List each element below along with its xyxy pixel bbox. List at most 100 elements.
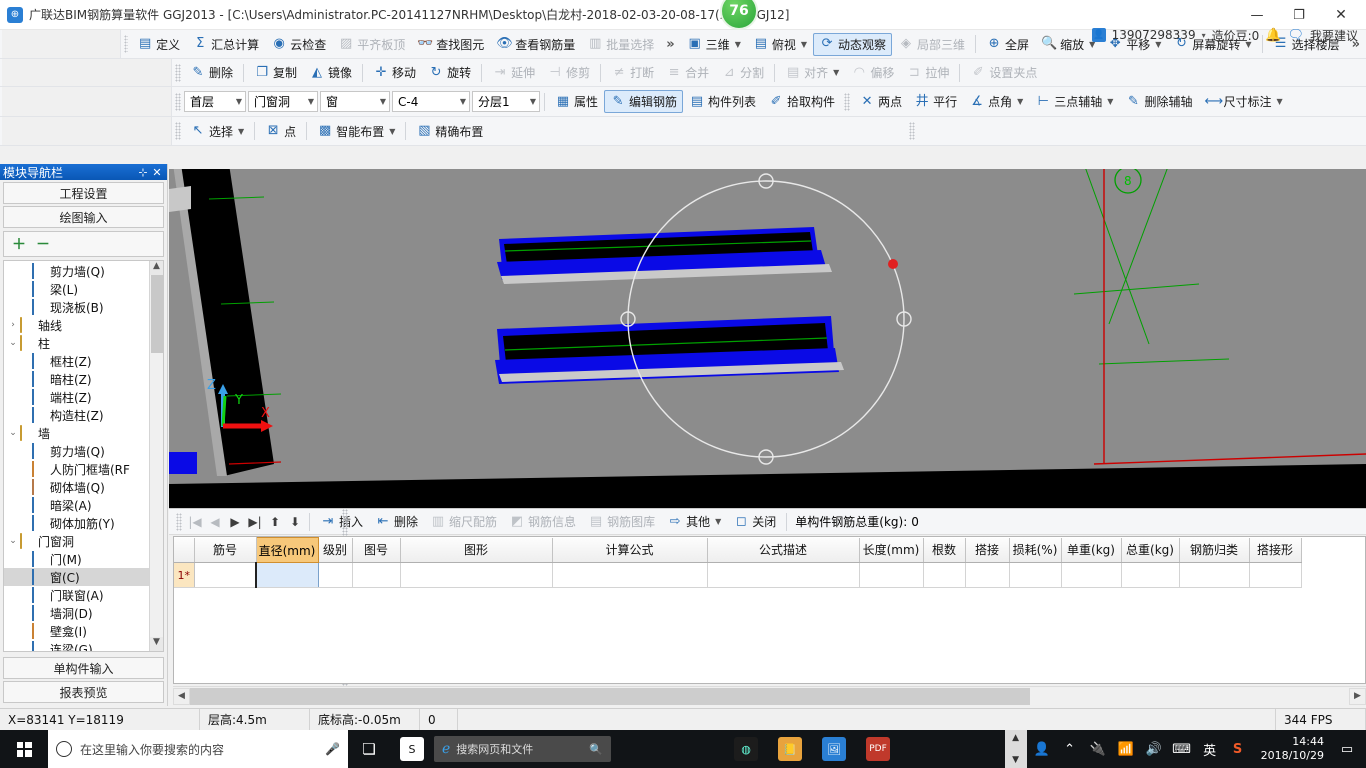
column-header-10[interactable]: 搭接 xyxy=(965,537,1010,563)
chevron-down-icon[interactable]: ▼ xyxy=(833,68,839,77)
toolbar-grip[interactable] xyxy=(123,35,129,53)
taskbar-clock[interactable]: 14:44 2018/10/29 xyxy=(1253,735,1332,763)
axis-button-4[interactable]: ✎ 删除辅轴 xyxy=(1119,90,1198,113)
tree-twisty-icon[interactable]: ⌄ xyxy=(6,428,20,438)
bell-icon[interactable]: 🔔 xyxy=(1265,28,1281,43)
panel-close-icon[interactable]: ✕ xyxy=(150,166,164,179)
column-header-14[interactable]: 钢筋归类 xyxy=(1179,537,1250,563)
chevron-down-icon[interactable]: ▾ xyxy=(1202,31,1206,40)
edit-button-0[interactable]: ✎ 删除 xyxy=(184,61,239,84)
column-header-1[interactable]: 筋号 xyxy=(194,537,257,563)
tree-item-0[interactable]: 剪力墙(Q) xyxy=(4,262,149,280)
draw-button-1[interactable]: ⊠ 点 xyxy=(259,120,302,143)
chevron-down-icon[interactable]: ▼ xyxy=(1017,97,1023,106)
column-header-2[interactable]: 直径(mm) xyxy=(255,537,319,563)
chevron-down-icon[interactable]: ▼ xyxy=(1276,97,1282,106)
rebar-tool-1[interactable]: ⇤ 删除 xyxy=(369,511,424,532)
chevron-down-icon[interactable]: ▼ xyxy=(380,97,386,106)
start-button[interactable] xyxy=(0,730,48,768)
tree-item-7[interactable]: 端柱(Z) xyxy=(4,388,149,406)
axis-grip[interactable] xyxy=(844,92,851,111)
tree-item-5[interactable]: 框柱(Z) xyxy=(4,352,149,370)
cell-0-14[interactable] xyxy=(1249,562,1302,588)
chevron-down-icon[interactable]: ▼ xyxy=(1107,97,1113,106)
tree-item-17[interactable]: 窗(C) xyxy=(4,568,149,586)
toolbar-button-2[interactable]: ◉ 云检查 xyxy=(265,33,332,56)
taskbar-edge-search[interactable]: ℯ 搜索网页和文件 🔍 xyxy=(434,730,724,768)
rebar-nav-3[interactable]: ▶| xyxy=(245,515,265,529)
tree-item-20[interactable]: 壁龛(I) xyxy=(4,622,149,640)
task-view-icon[interactable]: ❏ xyxy=(348,730,390,768)
rebar-nav-2[interactable]: ▶ xyxy=(225,515,245,529)
tree-item-14[interactable]: 砌体加筋(Y) xyxy=(4,514,149,532)
tree-item-2[interactable]: 现浇板(B) xyxy=(4,298,149,316)
tree-item-11[interactable]: 人防门框墙(RF xyxy=(4,460,149,478)
select-element-name[interactable]: C-4 ▼ xyxy=(392,91,470,112)
column-header-9[interactable]: 根数 xyxy=(923,537,966,563)
column-header-4[interactable]: 图号 xyxy=(352,537,401,563)
view-button-0[interactable]: ▣ 三维 ▼ xyxy=(681,33,747,56)
draw-button-3[interactable]: ▧ 精确布置 xyxy=(410,120,489,143)
tree-item-13[interactable]: 暗梁(A) xyxy=(4,496,149,514)
account-id[interactable]: 13907298339 xyxy=(1112,28,1196,42)
rebar-tool-6[interactable]: ◻ 关闭 xyxy=(727,511,782,532)
tree-item-19[interactable]: 墙洞(D) xyxy=(4,604,149,622)
tree-item-16[interactable]: 门(M) xyxy=(4,550,149,568)
toolbar-overflow-button[interactable]: » xyxy=(660,37,680,52)
cell-0-10[interactable] xyxy=(1009,562,1062,588)
chevron-down-icon[interactable]: ▼ xyxy=(238,127,244,136)
toolbar-button-4[interactable]: 👓 查找图元 xyxy=(411,33,490,56)
tree-item-10[interactable]: 剪力墙(Q) xyxy=(4,442,149,460)
chevron-down-icon[interactable]: ▼ xyxy=(236,97,242,106)
sidebar-button-single-component-input[interactable]: 单构件输入 xyxy=(3,657,164,679)
chevron-down-icon[interactable]: ▼ xyxy=(715,517,721,526)
chevron-down-icon[interactable]: ▼ xyxy=(735,40,741,49)
tray-expand-button[interactable]: ▲ ▼ xyxy=(1004,730,1027,768)
axis-button-2[interactable]: ∡ 点角 ▼ xyxy=(963,90,1029,113)
cell-0-9[interactable] xyxy=(965,562,1010,588)
toolbar-button-0[interactable]: ▤ 定义 xyxy=(131,33,186,56)
taskbar-app-photo[interactable]: 🖼 xyxy=(812,730,856,768)
column-header-12[interactable]: 单重(kg) xyxy=(1061,537,1122,563)
tree-item-15[interactable]: ⌄ 门窗洞 xyxy=(4,532,149,550)
sidebar-button-project-settings[interactable]: 工程设置 xyxy=(3,182,164,204)
tree-scroll-thumb[interactable] xyxy=(151,275,163,353)
select-floor[interactable]: 首层 ▼ xyxy=(184,91,246,112)
column-header-6[interactable]: 计算公式 xyxy=(552,537,708,563)
view-button-4[interactable]: ⊕ 全屏 xyxy=(980,33,1035,56)
ime-language-icon[interactable]: 英 xyxy=(1197,730,1223,768)
draw-button-0[interactable]: ↖ 选择 ▼ xyxy=(184,120,250,143)
suggestion-link[interactable]: 我要建议 xyxy=(1310,27,1358,44)
rebar-grip[interactable] xyxy=(176,512,182,531)
hscroll-thumb[interactable] xyxy=(190,688,1030,705)
view-button-2[interactable]: ⟳ 动态观察 xyxy=(813,32,893,56)
rebar-nav-5[interactable]: ⬇ xyxy=(285,515,305,529)
column-header-3[interactable]: 级别 xyxy=(318,537,353,563)
sidebar-button-drawing-input[interactable]: 绘图输入 xyxy=(3,206,164,228)
axis-button-5[interactable]: ⟷ 尺寸标注 ▼ xyxy=(1198,90,1288,113)
hscroll-left-icon[interactable]: ◀ xyxy=(173,688,190,705)
action-center-icon[interactable]: ▭ xyxy=(1334,730,1360,768)
column-header-11[interactable]: 损耗(%) xyxy=(1009,537,1062,563)
expand-all-icon[interactable]: ＋ xyxy=(12,234,26,254)
tree-item-8[interactable]: 构造柱(Z) xyxy=(4,406,149,424)
tree-item-18[interactable]: 门联窗(A) xyxy=(4,586,149,604)
taskbar-app-note[interactable]: 📒 xyxy=(768,730,812,768)
cell-0-3[interactable] xyxy=(352,562,401,588)
scroll-up-icon[interactable]: ▲ xyxy=(150,261,163,275)
edit-button-4[interactable]: ↻ 旋转 xyxy=(422,61,477,84)
edit-button-1[interactable]: ❐ 复制 xyxy=(248,61,303,84)
column-header-8[interactable]: 长度(mm) xyxy=(859,537,924,563)
tree-item-1[interactable]: 梁(L) xyxy=(4,280,149,298)
message-icon[interactable]: 🗨 xyxy=(1287,28,1304,43)
rebar-hscrollbar[interactable]: ◀ ▶ xyxy=(173,686,1366,706)
cell-0-5[interactable] xyxy=(552,562,708,588)
cell-0-7[interactable] xyxy=(859,562,924,588)
chevron-down-icon[interactable]: ▼ xyxy=(801,40,807,49)
cell-0-8[interactable] xyxy=(923,562,966,588)
select-category[interactable]: 门窗洞 ▼ xyxy=(248,91,318,112)
chevron-down-icon[interactable]: ▼ xyxy=(308,97,314,106)
rebar-nav-0[interactable]: |◀ xyxy=(185,515,205,529)
column-header-13[interactable]: 总重(kg) xyxy=(1121,537,1180,563)
hscroll-right-icon[interactable]: ▶ xyxy=(1349,688,1366,705)
